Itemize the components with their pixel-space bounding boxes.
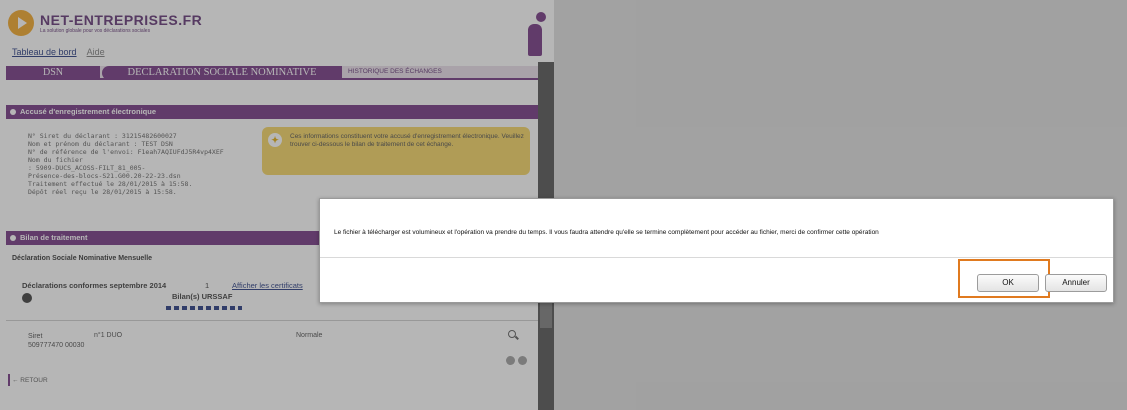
confirm-dialog: Le fichier à télécharger est volumineux …: [319, 198, 1114, 303]
cancel-button[interactable]: Annuler: [1045, 274, 1107, 292]
dialog-message: Le fichier à télécharger est volumineux …: [334, 229, 879, 236]
ok-button[interactable]: OK: [977, 274, 1039, 292]
dialog-divider: [320, 257, 1113, 258]
